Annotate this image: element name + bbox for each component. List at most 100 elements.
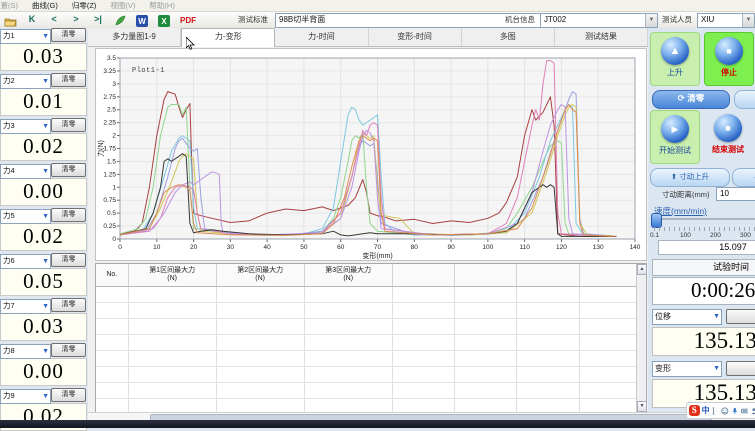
test-standard-value: 98B切半背面 (279, 15, 325, 24)
svg-text:70: 70 (374, 244, 382, 251)
deformation-clear-button[interactable]: 清零 (726, 361, 755, 376)
menu-item-4[interactable]: 帮助(H) (142, 0, 181, 11)
first-record-button[interactable]: K (24, 13, 40, 26)
ime-smiley-icon[interactable] (721, 407, 729, 415)
table-cell (217, 303, 305, 318)
tab-2[interactable]: 力-时间 (275, 28, 368, 46)
table-cell (517, 367, 579, 382)
table-row[interactable] (96, 335, 637, 351)
table-row[interactable] (96, 351, 637, 367)
stop-button[interactable]: ■ 停止 (704, 32, 754, 86)
table-cell (305, 383, 393, 398)
channel-clear-button[interactable]: 清零 (51, 298, 86, 312)
main-area: 多力量图1-9力-变形力-时间变形-时间多图测试结果 0102030405060… (88, 28, 648, 420)
scroll-up-icon[interactable]: ▲ (637, 264, 647, 275)
tab-0[interactable]: 多力量图1-9 (88, 28, 181, 46)
machine-info-value: JT002 (544, 15, 566, 24)
table-cell (217, 335, 305, 350)
svg-text:0.25: 0.25 (103, 223, 116, 230)
play-icon: ▶ (661, 115, 689, 143)
ime-toolbar[interactable]: S 中 (686, 402, 755, 419)
table-cell (455, 383, 517, 398)
scroll-down-icon[interactable]: ▼ (637, 401, 647, 412)
deformation-select[interactable]: 变形▼ (652, 361, 722, 377)
move-up-button[interactable]: ▲ 上升 (650, 32, 700, 86)
channel-clear-button[interactable]: 清零 (51, 208, 86, 222)
jog-distance-label: 寸动距离(mm) (662, 189, 710, 200)
chevron-down-icon[interactable]: ▼ (645, 14, 657, 27)
channel-select[interactable]: 力7▼ (0, 299, 51, 314)
machine-info-select[interactable]: JT002 ▼ (540, 13, 658, 28)
table-row[interactable] (96, 303, 637, 319)
svg-text:力(N): 力(N) (96, 140, 105, 157)
svg-text:20: 20 (190, 244, 198, 251)
channel-select[interactable]: 力1▼ (0, 29, 51, 44)
menu-item-2[interactable]: 归零(Z) (65, 0, 104, 11)
force-channel-6: 力6▼清零0.05 (0, 253, 88, 296)
tab-3[interactable]: 变形-时间 (369, 28, 462, 46)
clear-all-button[interactable]: ⟳ 清零 (652, 90, 730, 109)
next-record-button[interactable]: > (68, 13, 84, 26)
table-row[interactable] (96, 319, 637, 335)
jog-distance-input[interactable]: 10 (716, 187, 755, 201)
jog-up-button[interactable]: ⬆ 寸动上升 (650, 168, 730, 187)
channel-select[interactable]: 力5▼ (0, 209, 51, 224)
menu-item-3[interactable]: 视图(V) (103, 0, 142, 11)
channel-clear-button[interactable]: 清零 (51, 28, 86, 42)
displacement-clear-button[interactable]: 清零 (726, 309, 755, 324)
table-cell (580, 287, 637, 302)
speed-slider-thumb[interactable] (651, 213, 662, 228)
tab-5[interactable]: 测试结果 (555, 28, 648, 46)
speed-slider-track[interactable] (652, 218, 755, 220)
tab-1[interactable]: 力-变形 (181, 28, 275, 47)
jog-down-button[interactable]: ⬇ 寸动下降 (732, 168, 755, 187)
table-header-1: 第1区间最大力(N) (129, 264, 217, 286)
channel-value: 0.02 (0, 223, 87, 251)
table-cell (580, 335, 637, 350)
table-row[interactable] (96, 367, 637, 383)
channel-select[interactable]: 力2▼ (0, 74, 51, 89)
channel-select[interactable]: 力9▼ (0, 389, 51, 404)
ime-keyboard-icon[interactable] (741, 407, 749, 415)
svg-text:1.5: 1.5 (107, 158, 116, 165)
channel-clear-button[interactable]: 清零 (51, 253, 86, 267)
channel-clear-button[interactable]: 清零 (51, 118, 86, 132)
table-cell (393, 319, 455, 334)
table-row[interactable] (96, 383, 637, 399)
ime-mode-indicator[interactable]: 中 (702, 405, 710, 416)
start-test-button[interactable]: ▶ 开始测试 (650, 110, 700, 164)
svg-text:90: 90 (447, 244, 455, 251)
ime-user-icon[interactable] (750, 407, 755, 415)
channel-select[interactable]: 力8▼ (0, 344, 51, 359)
menu-item-0[interactable]: 设置(S) (0, 0, 25, 11)
chevron-down-icon[interactable]: ▼ (742, 14, 754, 27)
tester-select[interactable]: XIU▼ (697, 13, 755, 28)
ime-mic-icon[interactable] (731, 407, 739, 415)
mouse-cursor (186, 37, 195, 55)
svg-text:变形(mm): 变形(mm) (362, 251, 392, 260)
channel-clear-button[interactable]: 清零 (51, 163, 86, 177)
aux-button[interactable]: ≡ 回位 (734, 90, 755, 109)
last-record-button[interactable]: >| (90, 13, 106, 26)
menu-item-1[interactable]: 曲线(G) (25, 0, 65, 11)
channel-select[interactable]: 力3▼ (0, 119, 51, 134)
end-test-button[interactable]: ■ 结束测试 (704, 110, 752, 162)
tab-4[interactable]: 多图 (462, 28, 555, 46)
svg-text:2: 2 (112, 133, 116, 140)
table-cell (217, 383, 305, 398)
table-row[interactable] (96, 287, 637, 303)
channel-clear-button[interactable]: 清零 (51, 73, 86, 87)
pdf-export-icon[interactable]: PDF (180, 15, 196, 27)
channel-clear-button[interactable]: 清零 (51, 388, 86, 402)
channel-select[interactable]: 力4▼ (0, 164, 51, 179)
displacement-select[interactable]: 位移▼ (652, 309, 722, 325)
channel-clear-button[interactable]: 清零 (51, 343, 86, 357)
ime-cursor-icon[interactable] (712, 407, 720, 415)
svg-text:130: 130 (593, 244, 604, 251)
table-cell (580, 319, 637, 334)
ime-logo-icon[interactable]: S (689, 405, 700, 416)
table-scrollbar[interactable]: ▲ ▼ (636, 264, 646, 412)
channel-select[interactable]: 力6▼ (0, 254, 51, 269)
prev-record-button[interactable]: < (46, 13, 62, 26)
force-channel-3: 力3▼清零0.02 (0, 118, 88, 161)
